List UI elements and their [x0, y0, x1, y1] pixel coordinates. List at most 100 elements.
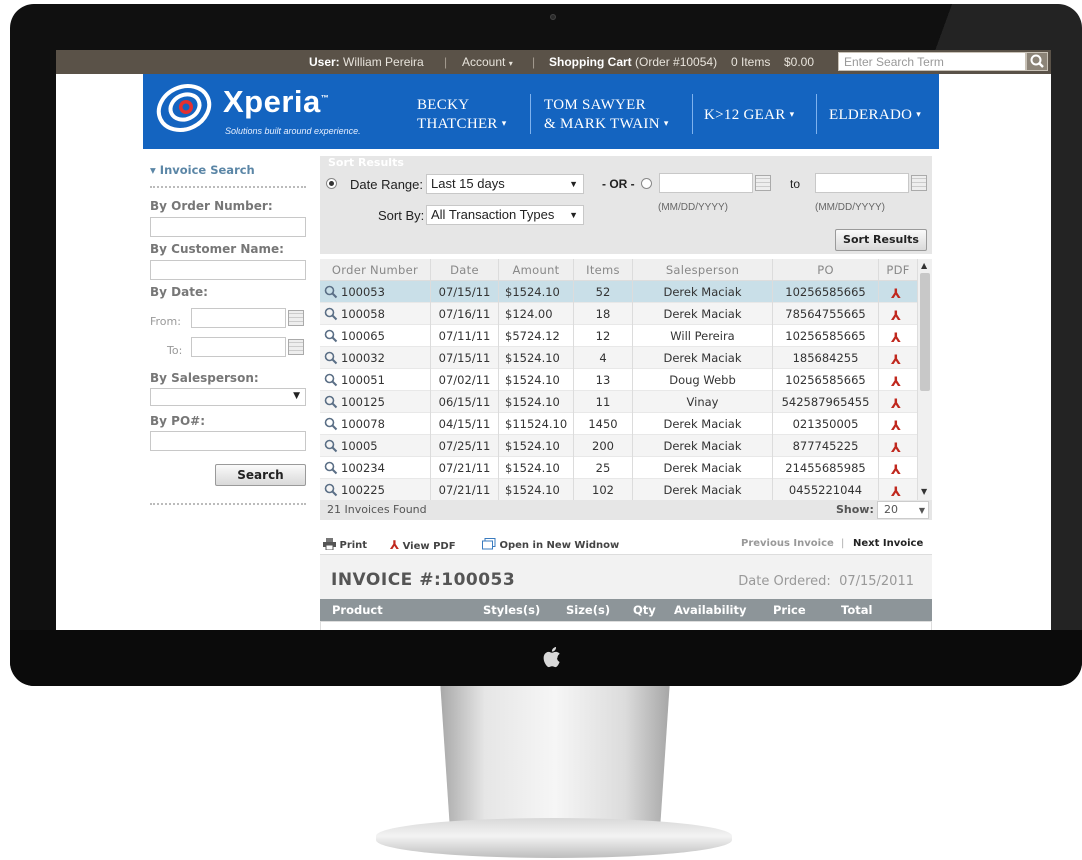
column-header-order-number[interactable]: Order Number — [320, 259, 431, 281]
magnifier-icon[interactable] — [324, 461, 338, 475]
table-row[interactable]: 100078 04/15/11 $11524.10 1450 Derek Maciak 0… — [320, 413, 917, 435]
table-row[interactable]: 10005 07/25/11 $1524.10 200 Derek Maciak 8777… — [320, 435, 917, 457]
from-date-field[interactable] — [191, 308, 286, 328]
cell-amount: $1524.10 — [499, 369, 574, 391]
search-icon — [1030, 54, 1044, 68]
column-header-date[interactable]: Date — [431, 259, 499, 281]
table-row[interactable]: 100032 07/15/11 $1524.10 4 Derek Maciak 18568… — [320, 347, 917, 369]
table-scrollbar[interactable]: ▲ ▼ — [917, 259, 932, 519]
cell-amount: $124.00 — [499, 303, 574, 325]
table-row[interactable]: 100234 07/21/11 $1524.10 25 Derek Maciak 2145… — [320, 457, 917, 479]
magnifier-icon[interactable] — [324, 351, 338, 365]
scroll-up-icon[interactable]: ▲ — [921, 261, 927, 270]
nav-tom-sawyer[interactable]: TOM SAWYER & MARK TWAIN ▾ — [544, 96, 669, 135]
scrollbar-thumb[interactable] — [920, 273, 930, 391]
cell-amount: $1524.10 — [499, 391, 574, 413]
column-header-sizes: Size(s) — [566, 603, 611, 617]
separator: | — [841, 538, 845, 549]
column-header-items[interactable]: Items — [574, 259, 633, 281]
cell-items: 18 — [574, 303, 633, 325]
magnifier-icon[interactable] — [324, 285, 338, 299]
to-date-field[interactable] — [191, 337, 286, 357]
search-button[interactable] — [1026, 52, 1048, 71]
previous-invoice-link[interactable]: Previous Invoice — [741, 538, 834, 549]
column-header-total: Total — [841, 603, 873, 617]
screen: User: William Pereira | Account ▾ | Shop… — [56, 50, 1051, 630]
cell-order: 100032 — [320, 347, 431, 369]
nav-elderado[interactable]: ELDERADO ▾ — [829, 106, 921, 126]
monitor-stand-base — [376, 818, 732, 858]
cell-pdf: ⅄ — [879, 303, 917, 325]
magnifier-icon[interactable] — [324, 329, 338, 343]
customer-name-field[interactable] — [150, 260, 306, 280]
date-range-select[interactable]: Last 15 days ▼ — [426, 174, 584, 194]
end-date-field[interactable] — [815, 173, 909, 193]
nav-k12-gear[interactable]: K>12 GEAR ▾ — [704, 106, 794, 126]
search-submit-button[interactable]: Search — [215, 464, 306, 486]
calendar-icon[interactable] — [288, 310, 304, 326]
cell-items: 102 — [574, 479, 633, 501]
calendar-icon[interactable] — [288, 339, 304, 355]
cell-amount: $5724.12 — [499, 325, 574, 347]
magnifier-icon[interactable] — [324, 373, 338, 387]
cell-po: 0455221044 — [773, 479, 879, 501]
chevron-down-icon: ▼ — [569, 210, 578, 220]
table-row[interactable]: 100125 06/15/11 $1524.10 11 Vinay 54258796545… — [320, 391, 917, 413]
magnifier-icon[interactable] — [324, 439, 338, 453]
table-footer: 21 Invoices Found Show: 20 ▼ — [320, 500, 932, 520]
cell-items: 1450 — [574, 413, 633, 435]
date-range-radio[interactable] — [326, 178, 337, 189]
calendar-icon[interactable] — [755, 175, 771, 191]
magnifier-icon[interactable] — [324, 395, 338, 409]
column-header-pdf: PDF — [886, 263, 910, 277]
salesperson-select[interactable]: ▼ — [150, 388, 306, 406]
apple-logo-icon — [543, 647, 560, 668]
calendar-icon[interactable] — [911, 175, 927, 191]
view-pdf-link[interactable]: ⅄ View PDF — [390, 538, 456, 552]
cell-pdf: ⅄ — [879, 435, 917, 457]
custom-date-radio[interactable] — [641, 178, 652, 189]
column-header-amount[interactable]: Amount — [499, 259, 574, 281]
search-input[interactable]: Enter Search Term — [838, 52, 1026, 71]
cell-po: 185684255 — [773, 347, 879, 369]
table-row[interactable]: 100225 07/21/11 $1524.10 102 Derek Maciak 045… — [320, 479, 917, 501]
chevron-down-icon: ▼ — [569, 179, 578, 189]
invoice-search-title[interactable]: ▾ Invoice Search — [150, 163, 255, 177]
column-header-po[interactable]: PO — [773, 259, 879, 281]
magnifier-icon[interactable] — [324, 417, 338, 431]
print-icon — [323, 538, 336, 551]
table-row[interactable]: 100058 07/16/11 $124.00 18 Derek Maciak 78564… — [320, 303, 917, 325]
table-row[interactable]: 100065 07/11/11 $5724.12 12 Will Pereira 1025… — [320, 325, 917, 347]
table-row[interactable]: 100051 07/02/11 $1524.10 13 Doug Webb 1025658… — [320, 369, 917, 391]
order-number-field[interactable] — [150, 217, 306, 237]
po-field[interactable] — [150, 431, 306, 451]
cell-items: 13 — [574, 369, 633, 391]
shopping-cart-link[interactable]: Shopping Cart (Order #10054) — [549, 55, 717, 69]
start-date-field[interactable] — [659, 173, 753, 193]
cell-salesperson: Derek Maciak — [633, 347, 773, 369]
cell-items: 4 — [574, 347, 633, 369]
or-label: - OR - — [602, 177, 635, 191]
brand-logo-icon[interactable] — [155, 80, 213, 136]
sort-results-button[interactable]: Sort Results — [835, 229, 927, 251]
cell-date: 07/15/11 — [431, 347, 499, 369]
order-number-label: By Order Number: — [150, 199, 273, 213]
account-menu[interactable]: Account ▾ — [462, 55, 513, 69]
magnifier-icon[interactable] — [324, 483, 338, 497]
cell-items: 25 — [574, 457, 633, 479]
open-new-window-link[interactable]: Open in New Widnow — [482, 538, 619, 551]
nav-becky-thatcher[interactable]: BECKY THATCHER ▾ — [417, 96, 507, 135]
print-link[interactable]: Print — [323, 538, 367, 551]
cell-salesperson: Derek Maciak — [633, 281, 773, 303]
page-size-select[interactable]: 20 ▼ — [877, 501, 929, 519]
sort-by-select[interactable]: All Transaction Types ▼ — [426, 205, 584, 225]
column-header-salesperson[interactable]: Salesperson — [633, 259, 773, 281]
next-invoice-link[interactable]: Next Invoice — [853, 538, 923, 549]
cell-po: 021350005 — [773, 413, 879, 435]
sort-results-panel: Sort Results Date Range: Last 15 days ▼ -… — [320, 156, 932, 254]
cell-salesperson: Derek Maciak — [633, 457, 773, 479]
table-row[interactable]: 100053 07/15/11 $1524.10 52 Derek Maciak 1025… — [320, 281, 917, 303]
scroll-down-icon[interactable]: ▼ — [921, 487, 927, 496]
magnifier-icon[interactable] — [324, 307, 338, 321]
cell-salesperson: Derek Maciak — [633, 413, 773, 435]
